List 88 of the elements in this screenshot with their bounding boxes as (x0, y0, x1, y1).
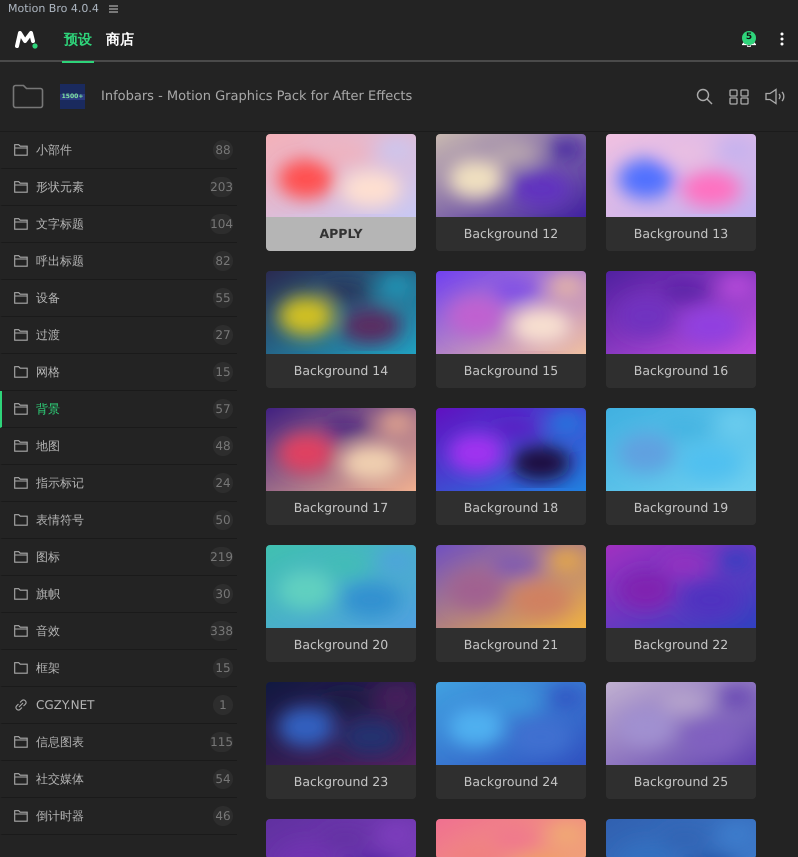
sidebar-item[interactable]: 框架 15 (0, 650, 237, 687)
category-label: 呼出标题 (36, 253, 85, 270)
sidebar-item[interactable]: 表情符号 50 (0, 502, 237, 539)
folder-icon (14, 218, 28, 230)
folder-icon (14, 292, 28, 304)
category-label: CGZY.NET (36, 697, 96, 714)
more-icon[interactable] (780, 32, 784, 46)
sidebar-item[interactable]: 倒计时器 46 (0, 798, 237, 835)
sidebar-item[interactable]: CGZY.NET 1 (0, 687, 237, 724)
tab[interactable]: 预设 (62, 18, 94, 62)
folder-icon (14, 810, 28, 822)
item-count: 27 (213, 325, 233, 345)
folder-icon (14, 403, 28, 415)
folder-icon (14, 514, 28, 526)
sidebar-item[interactable]: 指示标记 24 (0, 465, 237, 502)
item-count: 30 (213, 584, 233, 604)
category-label: 旗帜 (36, 586, 61, 603)
sidebar-item[interactable]: 社交媒体 54 (0, 761, 237, 798)
sidebar-item[interactable]: 音效 338 (0, 613, 237, 650)
category-label: 框架 (36, 660, 61, 677)
item-count: 338 (210, 621, 233, 641)
item-count: 57 (213, 399, 233, 419)
category-label: 设备 (36, 290, 61, 307)
item-count: 15 (213, 658, 233, 678)
category-label: 形状元素 (36, 179, 85, 196)
folder-icon (14, 551, 28, 563)
item-count: 115 (210, 732, 233, 752)
category-label: 信息图表 (36, 734, 85, 751)
sidebar-item[interactable]: 文字标题 104 (0, 206, 237, 243)
grid-view-icon[interactable] (729, 88, 749, 104)
tab[interactable]: 商店 (104, 18, 136, 62)
sidebar-item[interactable]: 地图 48 (0, 428, 237, 465)
sidebar-item[interactable]: 图标 219 (0, 539, 237, 576)
folder-icon (14, 477, 28, 489)
item-count: 104 (210, 214, 233, 234)
sidebar-item[interactable]: 形状元素 203 (0, 169, 237, 206)
folder-icon (14, 773, 28, 785)
folder-icon[interactable] (12, 84, 44, 109)
sidebar-item[interactable]: 背景 57 (0, 391, 237, 428)
folder-icon (14, 255, 28, 267)
category-label: 音效 (36, 623, 61, 640)
category-label: 背景 (36, 401, 61, 418)
item-count: 46 (213, 806, 233, 826)
category-label: 过渡 (36, 327, 61, 344)
category-label: 网格 (36, 364, 61, 381)
sidebar-item[interactable]: 设备 55 (0, 280, 237, 317)
link-icon (14, 698, 28, 712)
item-count: 54 (213, 769, 233, 789)
pack-title: Infobars - Motion Graphics Pack for After Effects (101, 88, 412, 106)
folder-icon (14, 736, 28, 748)
item-count: 24 (213, 473, 233, 493)
folder-icon (14, 329, 28, 341)
folder-icon (14, 662, 28, 674)
sidebar-item[interactable]: 小部件 88 (0, 132, 237, 169)
sidebar-item[interactable]: 过渡 27 (0, 317, 237, 354)
item-count: 219 (210, 547, 233, 567)
category-label: 社交媒体 (36, 771, 85, 788)
sidebar-item[interactable]: 网格 15 (0, 354, 237, 391)
search-icon[interactable] (696, 88, 713, 105)
category-label: 地图 (36, 438, 61, 455)
apply-button[interactable]: APPLY (266, 217, 416, 251)
menu-icon[interactable] (108, 5, 118, 13)
category-label: 图标 (36, 549, 61, 566)
item-count: 48 (213, 436, 233, 456)
category-label: 表情符号 (36, 512, 85, 529)
sidebar-item[interactable]: 信息图表 115 (0, 724, 237, 761)
speaker-icon[interactable] (765, 88, 786, 105)
category-label: 指示标记 (36, 475, 85, 492)
item-count: 15 (213, 362, 233, 382)
category-label: 小部件 (36, 142, 73, 159)
item-count: 82 (213, 251, 233, 271)
item-count: 1 (213, 695, 233, 715)
category-label: 倒计时器 (36, 808, 85, 825)
sidebar-item[interactable]: 旗帜 30 (0, 576, 237, 613)
sidebar-item[interactable]: 呼出标题 82 (0, 243, 237, 280)
item-count: 50 (213, 510, 233, 530)
folder-icon (14, 625, 28, 637)
folder-icon (14, 366, 28, 378)
folder-icon (14, 440, 28, 452)
folder-icon (14, 588, 28, 600)
item-count: 55 (213, 288, 233, 308)
folder-icon (14, 181, 28, 193)
app-title: Motion Bro 4.0.4 (8, 0, 99, 17)
item-count: 203 (210, 177, 233, 197)
item-count: 88 (213, 140, 233, 160)
logo (14, 29, 38, 49)
category-label: 文字标题 (36, 216, 85, 233)
folder-icon (14, 144, 28, 156)
